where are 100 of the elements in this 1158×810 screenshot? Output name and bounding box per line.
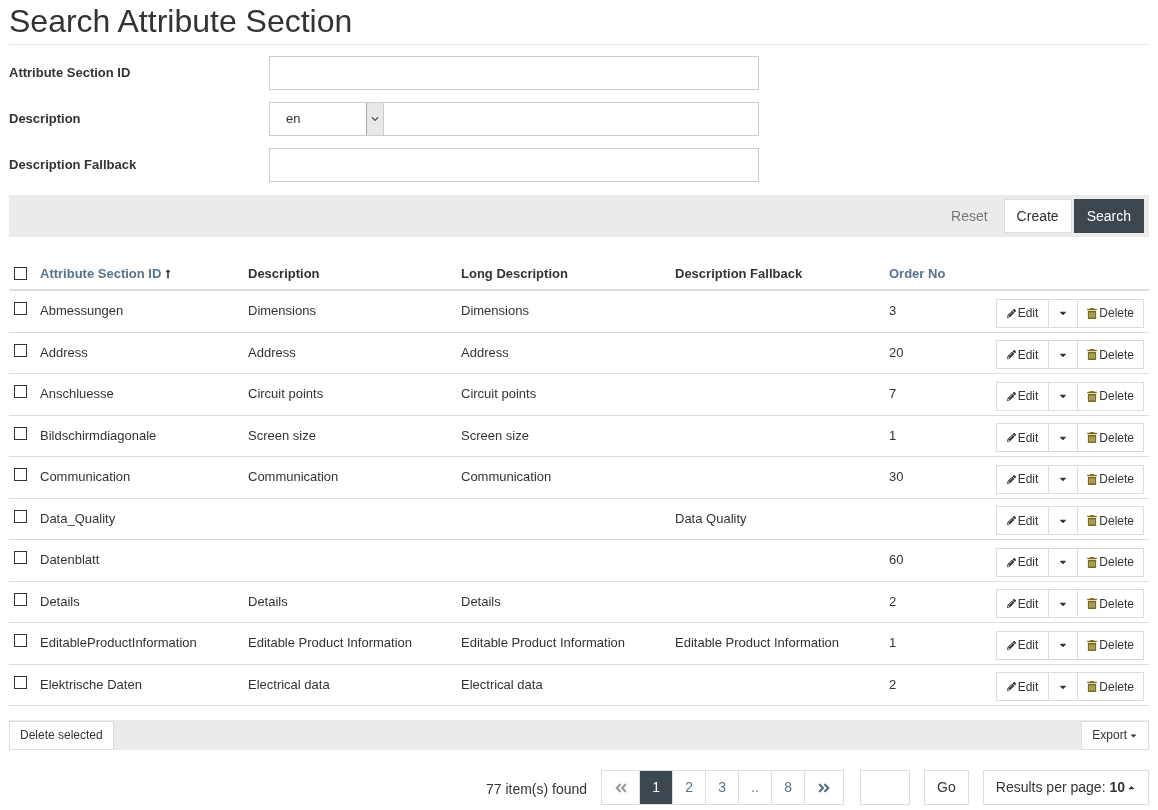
- edit-button[interactable]: Edit: [995, 672, 1050, 702]
- dropdown-button[interactable]: [1049, 340, 1079, 370]
- go-button[interactable]: Go: [924, 770, 969, 805]
- dropdown-button[interactable]: [1049, 506, 1079, 536]
- page-title: Search Attribute Section: [9, 0, 1149, 45]
- delete-selected-button[interactable]: Delete selected: [9, 720, 114, 750]
- edit-button[interactable]: Edit: [995, 298, 1050, 328]
- edit-button[interactable]: Edit: [995, 506, 1050, 536]
- checkbox[interactable]: [14, 551, 27, 564]
- checkbox[interactable]: [14, 302, 27, 315]
- edit-button[interactable]: Edit: [995, 630, 1050, 660]
- dropdown-button[interactable]: [1049, 298, 1079, 328]
- delete-button[interactable]: Delete: [1078, 298, 1144, 328]
- last-page-button[interactable]: [805, 770, 845, 805]
- pencil-icon: [1006, 516, 1016, 526]
- delete-button[interactable]: Delete: [1078, 381, 1144, 411]
- export-button[interactable]: Export: [1081, 720, 1149, 750]
- table-cell: Details: [248, 593, 288, 609]
- page-button[interactable]: 8: [772, 770, 806, 805]
- checkbox[interactable]: [14, 426, 27, 440]
- delete-button[interactable]: Delete: [1078, 464, 1144, 494]
- trash-icon: [1087, 473, 1098, 485]
- table-cell: 60: [889, 552, 904, 567]
- delete-button[interactable]: Delete: [1078, 506, 1144, 536]
- delete-button[interactable]: Delete: [1078, 547, 1144, 577]
- table-cell: Electrical data: [248, 676, 330, 692]
- pencil-icon: [1006, 350, 1016, 360]
- trash-icon: [1087, 515, 1098, 527]
- table-cell: Screen size: [248, 427, 316, 443]
- table-cell: Editable Product Information: [461, 635, 626, 650]
- input-field[interactable]: [269, 148, 759, 182]
- edit-button[interactable]: Edit: [995, 547, 1050, 577]
- page-button[interactable]: 3: [706, 770, 740, 805]
- sort-arrow-icon: [164, 268, 173, 279]
- create-button[interactable]: Create: [1003, 199, 1072, 233]
- delete-button[interactable]: Delete: [1078, 423, 1144, 453]
- table-cell: Anschluesse: [40, 386, 114, 401]
- first-page-button[interactable]: [601, 770, 641, 805]
- edit-button[interactable]: Edit: [995, 589, 1050, 619]
- checkbox[interactable]: [14, 634, 27, 647]
- table-cell: Communication: [461, 469, 552, 484]
- column-header[interactable]: Attribute Section ID: [40, 263, 173, 284]
- table-cell: Electrical data: [461, 676, 543, 692]
- chevron-down-icon: [371, 115, 379, 123]
- search-button[interactable]: Search: [1073, 199, 1144, 233]
- pencil-icon: [1006, 599, 1016, 609]
- dropdown-button[interactable]: [1049, 381, 1079, 411]
- pencil-icon: [1006, 308, 1016, 318]
- trash-icon: [1087, 349, 1098, 361]
- input-field[interactable]: [269, 56, 759, 90]
- caret-icon: [1127, 783, 1136, 792]
- results-per-page-button[interactable]: Results per page: 10: [982, 770, 1149, 805]
- table-cell: 3: [889, 303, 897, 318]
- table-cell: Bildschirmdiagonale: [40, 427, 157, 443]
- dropdown-button[interactable]: [1049, 630, 1079, 660]
- checkbox[interactable]: [14, 343, 27, 357]
- dropdown-button[interactable]: [1049, 672, 1079, 702]
- trash-icon: [1087, 556, 1098, 568]
- delete-button[interactable]: Delete: [1078, 589, 1144, 619]
- page-button[interactable]: ..: [739, 770, 773, 805]
- dropdown-button[interactable]: [1049, 589, 1079, 619]
- table-cell: Address: [461, 344, 509, 360]
- reset-button[interactable]: Reset: [937, 199, 1002, 233]
- pencil-icon: [1006, 391, 1016, 401]
- table-cell: Address: [248, 344, 296, 360]
- table-cell: EditableProductInformation: [40, 635, 197, 650]
- edit-button[interactable]: Edit: [995, 464, 1050, 494]
- dropdown-button[interactable]: [1049, 423, 1079, 453]
- dropdown-button[interactable]: [1049, 547, 1079, 577]
- checkbox[interactable]: [14, 385, 27, 398]
- pencil-icon: [1006, 474, 1016, 484]
- pencil-icon: [1006, 557, 1016, 567]
- description-field[interactable]: [384, 102, 759, 136]
- dropdown-button[interactable]: [1049, 464, 1079, 494]
- pencil-icon: [1006, 640, 1016, 650]
- edit-button[interactable]: Edit: [995, 423, 1050, 453]
- delete-button[interactable]: Delete: [1078, 630, 1144, 660]
- checkbox[interactable]: [14, 592, 27, 606]
- checkbox[interactable]: [14, 675, 27, 689]
- table-cell: Dimensions: [248, 303, 316, 318]
- column-header[interactable]: Order No: [889, 263, 946, 284]
- trash-icon: [1087, 307, 1098, 319]
- checkbox[interactable]: [14, 267, 27, 280]
- field-label: Attribute Section ID: [9, 64, 132, 83]
- edit-button[interactable]: Edit: [995, 340, 1050, 370]
- page-button[interactable]: 2: [673, 770, 707, 805]
- checkbox[interactable]: [14, 468, 27, 481]
- result-count: 77 item(s) found: [485, 780, 588, 799]
- delete-button[interactable]: Delete: [1078, 672, 1144, 702]
- delete-button[interactable]: Delete: [1078, 340, 1144, 370]
- checkbox[interactable]: [14, 509, 27, 523]
- page-number-field[interactable]: [860, 770, 911, 805]
- table-cell: Data_Quality: [40, 510, 116, 526]
- page-button[interactable]: 1: [640, 770, 674, 805]
- table-cell: Data Quality: [675, 510, 747, 526]
- field-label: Description: [9, 110, 82, 129]
- edit-button[interactable]: Edit: [995, 381, 1050, 411]
- table-cell: Editable Product Information: [675, 635, 840, 650]
- pencil-icon: [1006, 433, 1016, 443]
- language-select[interactable]: en: [269, 102, 384, 136]
